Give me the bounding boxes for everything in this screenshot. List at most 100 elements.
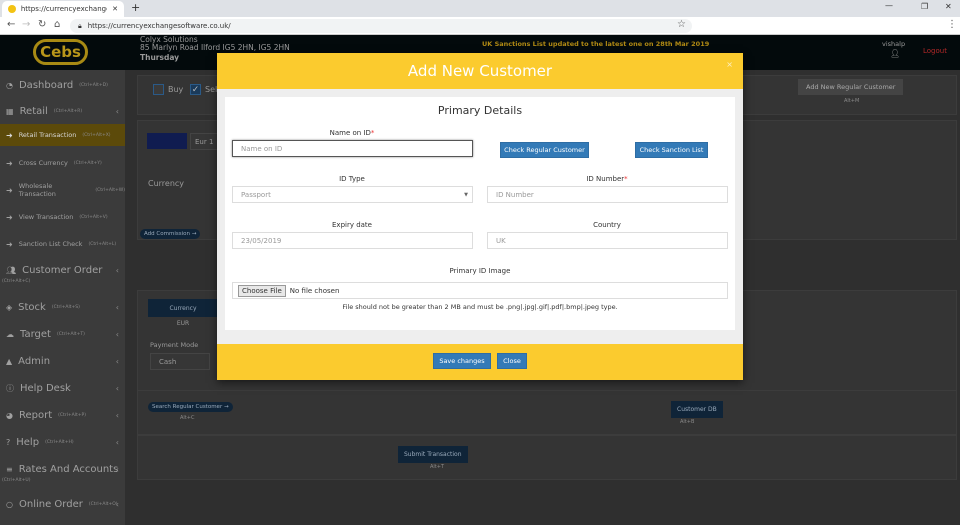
dashboard-icon: ◔	[6, 80, 13, 90]
close-tab-icon[interactable]: ✕	[112, 5, 118, 13]
signin-icon: ➜	[6, 185, 13, 195]
chevron-left-icon[interactable]: ‹	[116, 500, 119, 509]
sidebar-item-label: Admin	[18, 355, 51, 367]
cebs-logo: Cebs	[33, 39, 88, 65]
sidebar-item-label: Retail	[19, 105, 48, 117]
check-regular-customer-button[interactable]: Check Regular Customer	[500, 142, 589, 158]
sidebar-item-cross-currency[interactable]: ➜ Cross Currency (Ctrl+Alt+Y)	[0, 152, 125, 174]
new-tab-icon[interactable]: +	[131, 1, 140, 14]
sidebar-item-view-transaction[interactable]: ➜ View Transaction (Ctrl+Alt+V)	[0, 206, 125, 228]
sidebar-item-sanction-list-check[interactable]: ➜ Sanction List Check (Ctrl+Alt+L)	[0, 233, 125, 255]
logout-link[interactable]: Logout	[923, 47, 947, 55]
submit-transaction-button[interactable]: Submit Transaction	[398, 446, 468, 463]
shortcut-hint: (Ctrl+Alt+L)	[88, 241, 117, 247]
buy-label: Buy	[168, 85, 184, 94]
shortcut-hint: (Ctrl+Alt+S)	[51, 304, 80, 310]
url-text: https://currencyexchangesoftware.co.uk/	[87, 22, 231, 30]
modal-header: Add New Customer ×	[217, 53, 743, 89]
bookmark-star-icon[interactable]: ☆	[677, 19, 686, 30]
primary-details-card: Primary Details Name on ID* Name on ID C…	[225, 97, 735, 330]
company-address: 85 Marlyn Road Ilford IG5 2HN, IG5 2HN	[140, 43, 290, 52]
label-text: Name on ID	[329, 129, 371, 137]
sidebar-item-label: Report	[18, 409, 53, 421]
pie-chart-icon: ◕	[6, 410, 13, 420]
chevron-left-icon[interactable]: ‹	[116, 266, 119, 275]
back-icon[interactable]: ←	[7, 19, 15, 30]
browser-tab[interactable]: https://currencyexchangesoftware ✕	[2, 1, 124, 17]
sidebar-item-label: Target	[20, 328, 51, 340]
save-changes-button[interactable]: Save changes	[433, 353, 491, 369]
shortcut-hint: Alt+T	[430, 464, 445, 470]
sidebar-item-retail-transaction[interactable]: ➜ Retail Transaction (Ctrl+Alt+X)	[0, 124, 125, 146]
currency-amount-input[interactable]: Eur 1	[190, 133, 218, 150]
sell-checkbox[interactable]: ✓	[190, 84, 201, 95]
primary-id-image-label: Primary ID Image	[449, 267, 511, 275]
reload-icon[interactable]: ↻	[38, 19, 46, 30]
file-input[interactable]: Choose File No file chosen	[232, 282, 728, 299]
label-text: ID Number	[586, 175, 625, 183]
currency-cell: EUR	[176, 320, 190, 327]
choose-file-button[interactable]: Choose File	[238, 284, 286, 297]
payment-mode-select[interactable]: Cash	[150, 353, 210, 370]
required-marker: *	[370, 129, 375, 137]
user-icon[interactable]: 👤︎	[890, 49, 900, 58]
sidebar-item-wholesale-transaction[interactable]: ➜ Wholesale Transaction (Ctrl+Alt+W)	[0, 179, 125, 201]
close-button[interactable]: Close	[497, 353, 527, 369]
circle-icon: ○	[6, 499, 13, 509]
sidebar-item-help-desk[interactable]: ⓘ Help Desk ‹	[0, 377, 125, 399]
sidebar-item-help[interactable]: ? Help (Ctrl+Alt+H) ‹	[0, 431, 125, 453]
signin-icon: ➜	[6, 212, 13, 222]
sidebar-item-admin[interactable]: ▲ Admin ‹	[0, 350, 125, 372]
country-input[interactable]: UK	[487, 232, 728, 249]
admin-icon: ▲	[6, 356, 13, 366]
sidebar-item-label: Customer Order	[22, 264, 103, 276]
sidebar-item-target[interactable]: ☁︎ Target (Ctrl+Alt+T) ‹	[0, 323, 125, 345]
payment-mode-label: Payment Mode	[150, 341, 199, 349]
add-commission-button[interactable]: Add Commission →	[140, 229, 201, 239]
add-regular-customer-button[interactable]: Add New Regular Customer	[798, 79, 904, 95]
shortcut-hint: (Ctrl+Alt+R)	[53, 108, 83, 114]
name-on-id-input[interactable]: Name on ID	[232, 140, 473, 157]
maximize-icon[interactable]: ❐	[921, 2, 928, 11]
signin-icon: ➜	[6, 239, 13, 249]
shortcut-hint: (Ctrl+Alt+C)	[2, 279, 31, 284]
tab-title: https://currencyexchangesoftware	[20, 5, 108, 13]
chevron-left-icon[interactable]: ‹	[116, 384, 119, 393]
sidebar-item-rates-and-accounts[interactable]: ≡ Rates And Accounts (Ctrl+Alt+U) ‹	[0, 458, 125, 484]
sidebar-item-stock[interactable]: ◈ Stock (Ctrl+Alt+S) ‹	[0, 296, 125, 318]
currency-column-header: Currency	[148, 299, 218, 317]
name-label: Name on ID*	[232, 129, 472, 137]
id-number-input[interactable]: ID Number	[487, 186, 728, 203]
chevron-left-icon[interactable]: ‹	[116, 303, 119, 312]
forward-icon[interactable]: →	[22, 19, 30, 30]
shortcut-hint: (Ctrl+Alt+W)	[95, 187, 125, 193]
chevron-left-icon[interactable]: ‹	[116, 357, 119, 366]
sidebar-item-retail[interactable]: ▦ Retail (Ctrl+Alt+R) ‹	[0, 100, 125, 122]
shortcut-hint: (Ctrl+Alt+U)	[2, 478, 31, 483]
close-icon[interactable]: ×	[726, 60, 733, 69]
search-regular-customer-button[interactable]: Search Regular Customer →	[148, 402, 233, 412]
home-icon[interactable]: ⌂	[54, 19, 60, 30]
sidebar-item-label: View Transaction	[18, 213, 74, 221]
section-title: Primary Details	[437, 104, 523, 117]
menu-icon[interactable]: ⋮	[947, 19, 957, 30]
chevron-left-icon[interactable]: ‹	[116, 465, 119, 474]
sidebar-item-label: Help	[16, 436, 40, 448]
sidebar-item-report[interactable]: ◕ Report (Ctrl+Alt+P) ‹	[0, 404, 125, 426]
check-sanction-list-button[interactable]: Check Sanction List	[635, 142, 708, 158]
id-type-select[interactable]: Passport ▼	[232, 186, 473, 203]
chevron-left-icon[interactable]: ‹	[116, 330, 119, 339]
buy-checkbox[interactable]	[153, 84, 164, 95]
sidebar-item-label: Online Order	[18, 498, 83, 510]
sidebar-item-online-order[interactable]: ○ Online Order (Ctrl+Alt+O) ‹	[0, 493, 125, 515]
customer-db-button[interactable]: Customer DB	[671, 401, 723, 418]
close-window-icon[interactable]: ✕	[945, 2, 952, 11]
minimize-icon[interactable]: —	[885, 1, 893, 10]
expiry-date-input[interactable]: 23/05/2019	[232, 232, 473, 249]
url-bar[interactable]: 🔒︎ https://currencyexchangesoftware.co.u…	[70, 19, 692, 33]
chevron-left-icon[interactable]: ‹	[116, 411, 119, 420]
chevron-left-icon[interactable]: ‹	[116, 438, 119, 447]
sidebar-item-customer-order[interactable]: 👥︎ Customer Order (Ctrl+Alt+C) ‹	[0, 259, 125, 285]
sidebar-item-dashboard[interactable]: ◔ Dashboard (Ctrl+Alt+D)	[0, 74, 125, 96]
chevron-left-icon[interactable]: ‹	[116, 107, 119, 116]
